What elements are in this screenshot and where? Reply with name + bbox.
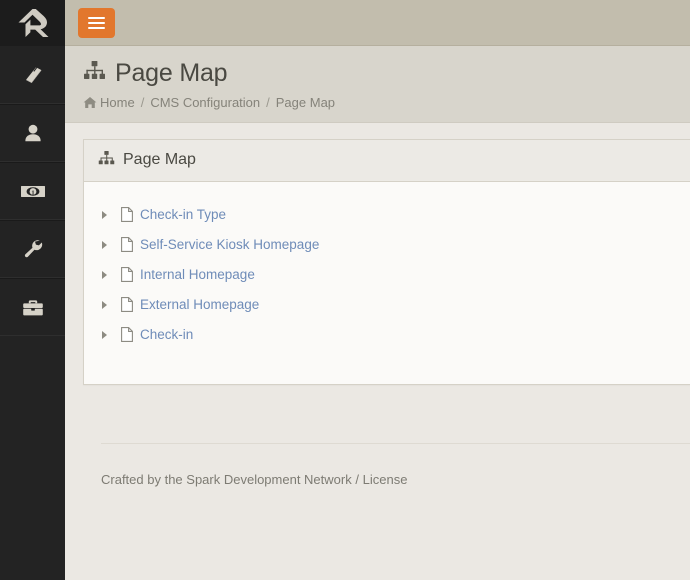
file-icon	[118, 327, 136, 342]
tree-link[interactable]: External Homepage	[140, 297, 259, 312]
tree-item: Check-in Type	[98, 200, 690, 230]
footer-license-link[interactable]: License	[363, 472, 408, 487]
sidebar-nav: 1	[0, 46, 65, 336]
file-icon	[118, 267, 136, 282]
main-column: Page Map Home / CMS Configuration / Page…	[65, 0, 690, 580]
wrench-icon	[20, 236, 46, 262]
sidebar-item-admin-tools[interactable]	[0, 220, 65, 278]
briefcase-icon	[19, 294, 47, 320]
person-icon	[20, 120, 46, 146]
file-icon	[118, 237, 136, 252]
file-icon	[118, 207, 136, 222]
sitemap-icon	[98, 150, 115, 171]
breadcrumb-label-home: Home	[100, 94, 135, 110]
sidebar-item-cms[interactable]	[0, 46, 65, 104]
tree-link[interactable]: Check-in	[140, 327, 193, 342]
book-icon	[20, 62, 46, 88]
footer-spacer	[83, 487, 690, 580]
breadcrumb-item-cms-configuration[interactable]: CMS Configuration	[150, 95, 260, 110]
sidebar-item-finance[interactable]: 1	[0, 162, 65, 220]
app-root: 1 Page Map Home / CMS Configuration / Pa…	[0, 0, 690, 580]
hamburger-bar	[88, 26, 105, 29]
content-area: Page Map Check-in Type Self-Service Kios…	[65, 123, 690, 580]
breadcrumb-separator: /	[266, 94, 270, 110]
topbar	[65, 0, 690, 46]
panel-heading: Page Map	[84, 139, 690, 182]
home-icon	[83, 96, 97, 109]
page-header: Page Map Home / CMS Configuration / Page…	[65, 46, 690, 123]
hamburger-bar	[88, 16, 105, 19]
hamburger-bar	[88, 21, 105, 24]
sidebar-item-tools[interactable]	[0, 278, 65, 336]
sidebar: 1	[0, 0, 65, 580]
tree-link[interactable]: Self-Service Kiosk Homepage	[140, 237, 319, 252]
tree-item: External Homepage	[98, 290, 690, 320]
breadcrumb-item-page-map: Page Map	[275, 94, 336, 110]
caret-right-icon[interactable]	[98, 240, 118, 249]
breadcrumb: Home / CMS Configuration / Page Map	[83, 95, 690, 110]
menu-toggle-button[interactable]	[78, 7, 115, 38]
money-bill-icon: 1	[18, 178, 48, 204]
page-title-text: Page Map	[115, 59, 228, 87]
tree-item: Internal Homepage	[98, 260, 690, 290]
footer-credit: Crafted by the Spark Development Network	[101, 471, 352, 487]
breadcrumb-item-home[interactable]: Home	[83, 95, 135, 110]
rock-logo	[18, 9, 48, 37]
caret-right-icon[interactable]	[98, 210, 118, 219]
panel-title: Page Map	[123, 151, 196, 168]
page-title: Page Map	[83, 59, 690, 88]
page-tree: Check-in Type Self-Service Kiosk Homepag…	[98, 200, 690, 350]
breadcrumb-separator: /	[140, 94, 145, 110]
file-icon	[118, 297, 136, 312]
tree-link[interactable]: Check-in Type	[140, 207, 226, 222]
caret-right-icon[interactable]	[98, 330, 118, 339]
footer-text: Crafted by the Spark Development Network…	[101, 458, 690, 487]
panel-body: Check-in Type Self-Service Kiosk Homepag…	[84, 182, 690, 384]
page-map-panel: Page Map Check-in Type Self-Service Kios…	[83, 138, 690, 385]
svg-text:1: 1	[31, 189, 34, 196]
tree-item: Check-in	[98, 320, 690, 350]
logo-cell[interactable]	[0, 0, 65, 46]
footer-separator: /	[355, 471, 359, 487]
sitemap-icon	[83, 60, 106, 88]
tree-item: Self-Service Kiosk Homepage	[98, 230, 690, 260]
sidebar-item-people[interactable]	[0, 104, 65, 162]
caret-right-icon[interactable]	[98, 300, 118, 309]
caret-right-icon[interactable]	[98, 270, 118, 279]
footer: Crafted by the Spark Development Network…	[101, 442, 690, 487]
tree-link[interactable]: Internal Homepage	[140, 267, 255, 282]
